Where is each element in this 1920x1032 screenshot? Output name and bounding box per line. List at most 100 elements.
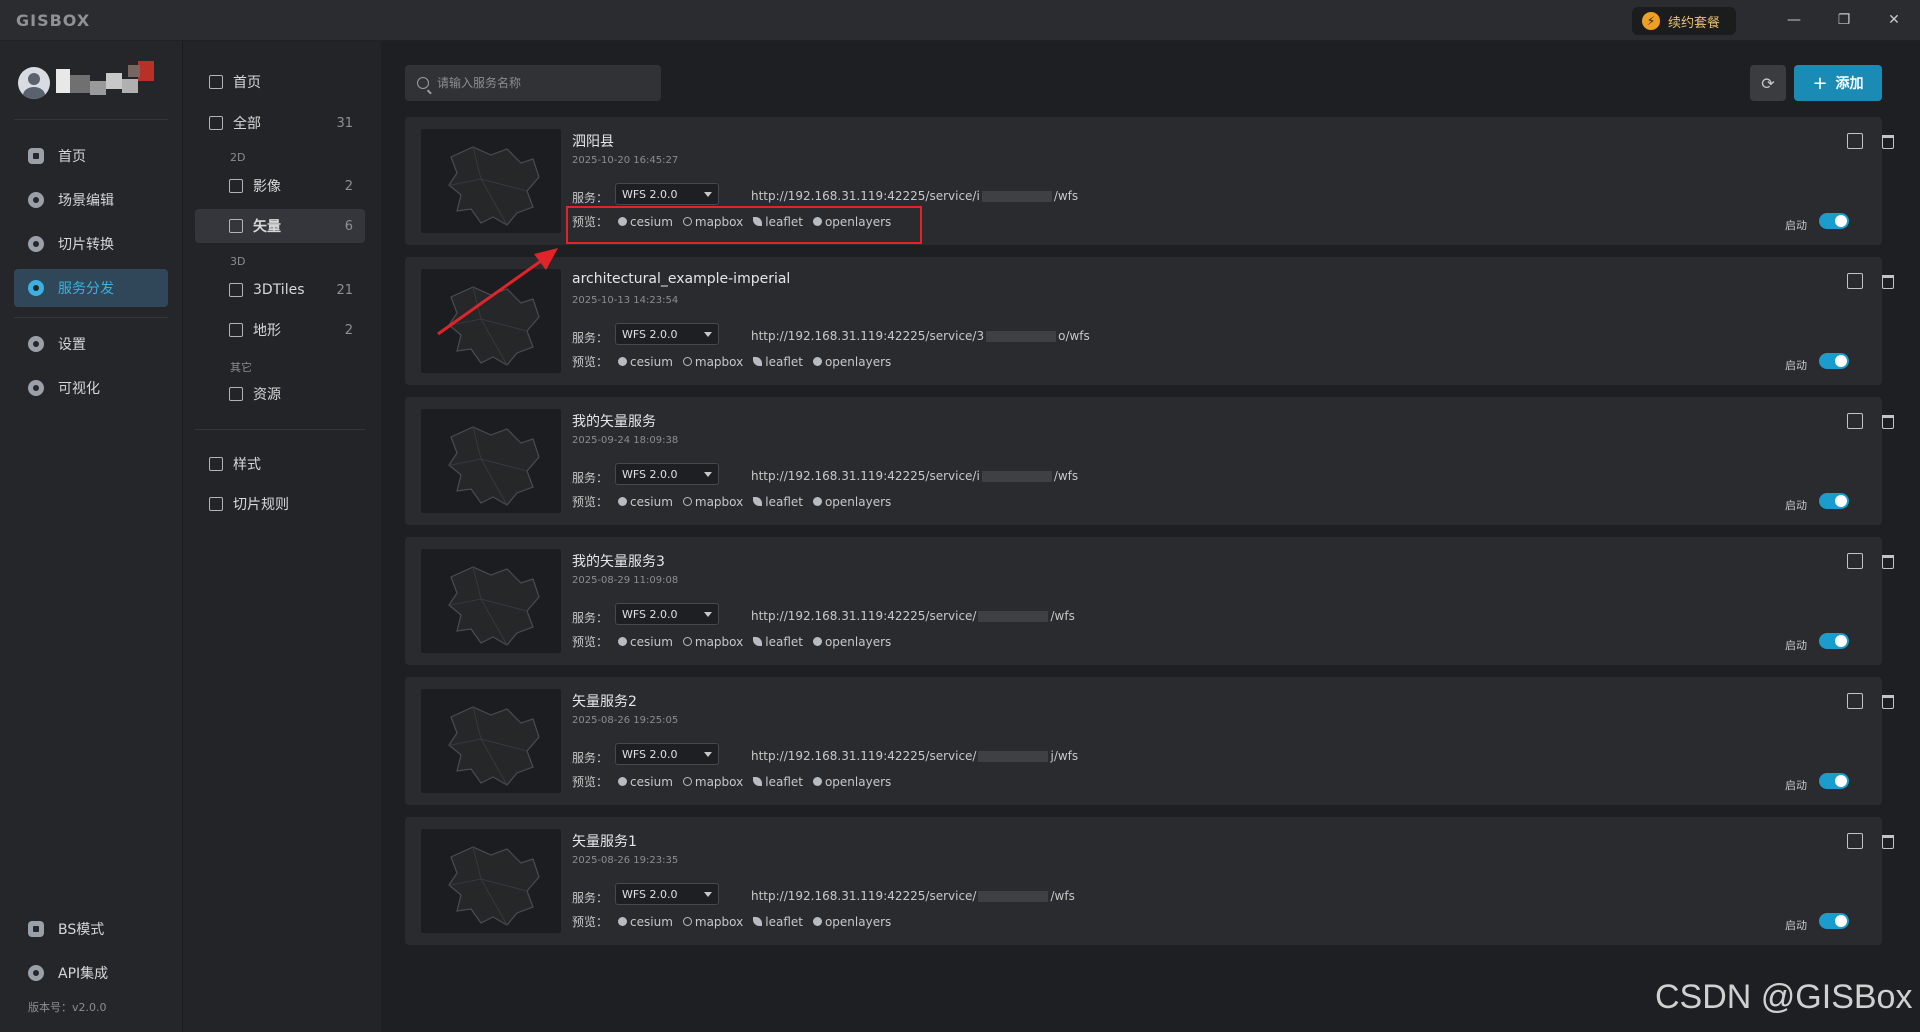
main-sidebar: 首页 场景编辑 切片转换 服务分发 设置 可视化 BS模式 API集成 版本号：… (0, 41, 182, 1032)
category-label: 地形 (253, 323, 281, 339)
service-card[interactable]: 我的矢量服务 2025-09-24 18:09:38 服务： WFS 2.0.0… (405, 397, 1894, 525)
preview-openlayers-link[interactable]: openlayers (812, 495, 891, 509)
minimize-button[interactable]: — (1784, 10, 1804, 30)
preview-mapbox-link[interactable]: mapbox (682, 915, 743, 929)
restore-button[interactable]: ❐ (1834, 10, 1854, 30)
service-url[interactable]: http://192.168.31.119:42225/service/ /wfs (751, 889, 1075, 903)
category-resource[interactable]: 资源 (195, 377, 365, 411)
service-name: 泗阳县 (572, 134, 614, 150)
delete-icon[interactable] (1882, 835, 1894, 849)
preview-openlayers-link[interactable]: openlayers (812, 355, 891, 369)
edit-icon[interactable] (1847, 553, 1863, 569)
sidebar-item-home[interactable]: 首页 (14, 137, 168, 175)
category-terrain[interactable]: 地形 2 (195, 313, 365, 347)
enable-toggle[interactable] (1819, 353, 1849, 369)
avatar[interactable] (18, 67, 50, 99)
category-tile-rules[interactable]: 切片规则 (195, 487, 365, 521)
sidebar-item-scene-edit[interactable]: 场景编辑 (14, 181, 168, 219)
category-label: 资源 (253, 387, 281, 403)
service-label: 服务： (572, 191, 609, 205)
delete-icon[interactable] (1882, 555, 1894, 569)
enable-toggle[interactable] (1819, 773, 1849, 789)
sidebar-item-label: 可视化 (58, 381, 100, 397)
wfs-version-select[interactable]: WFS 2.0.0 (615, 463, 719, 485)
renew-plan-button[interactable]: ⚡ 续约套餐 (1632, 7, 1736, 35)
delete-icon[interactable] (1882, 275, 1894, 289)
edit-icon[interactable] (1847, 273, 1863, 289)
service-card[interactable]: 矢量服务1 2025-08-26 19:23:35 服务： WFS 2.0.0 … (405, 817, 1894, 945)
category-style[interactable]: 样式 (195, 447, 365, 481)
delete-icon[interactable] (1882, 415, 1894, 429)
preview-cesium-link[interactable]: cesium (618, 355, 673, 369)
add-button[interactable]: + 添加 (1794, 65, 1882, 101)
close-button[interactable]: ✕ (1884, 10, 1904, 30)
edit-icon[interactable] (1847, 133, 1863, 149)
enable-toggle[interactable] (1819, 633, 1849, 649)
enable-label: 启动 (1785, 779, 1807, 792)
chevron-down-icon (704, 612, 712, 617)
enable-toggle[interactable] (1819, 213, 1849, 229)
preview-mapbox-link[interactable]: mapbox (682, 775, 743, 789)
service-url[interactable]: http://192.168.31.119:42225/service/3 o/w… (751, 329, 1090, 343)
sidebar-item-tile-convert[interactable]: 切片转换 (14, 225, 168, 263)
preview-leaflet-link[interactable]: leaflet (753, 635, 803, 649)
service-thumbnail (421, 549, 561, 653)
openlayers-icon (812, 637, 822, 646)
wfs-version-select[interactable]: WFS 2.0.0 (615, 323, 719, 345)
preview-mapbox-link[interactable]: mapbox (682, 635, 743, 649)
preview-openlayers-link[interactable]: openlayers (812, 915, 891, 929)
service-url[interactable]: http://192.168.31.119:42225/service/ /wfs (751, 609, 1075, 623)
mapbox-icon (682, 637, 692, 646)
refresh-button[interactable]: ⟳ (1750, 65, 1786, 101)
delete-icon[interactable] (1882, 695, 1894, 709)
wfs-version-select[interactable]: WFS 2.0.0 (615, 743, 719, 765)
preview-link-label: mapbox (694, 494, 744, 509)
sidebar-item-visualization[interactable]: 可视化 (14, 369, 168, 407)
preview-cesium-link[interactable]: cesium (618, 915, 673, 929)
preview-cesium-link[interactable]: cesium (618, 495, 673, 509)
category-home[interactable]: 首页 (195, 65, 365, 99)
search-input[interactable] (437, 76, 657, 90)
service-name: 我的矢量服务 (572, 414, 656, 430)
enable-toggle[interactable] (1819, 493, 1849, 509)
edit-icon[interactable] (1847, 413, 1863, 429)
category-all[interactable]: 全部 31 (195, 106, 365, 140)
delete-icon[interactable] (1882, 135, 1894, 149)
preview-leaflet-link[interactable]: leaflet (753, 355, 803, 369)
preview-mapbox-link[interactable]: mapbox (682, 355, 743, 369)
service-date: 2025-08-26 19:23:35 (572, 855, 679, 866)
service-card[interactable]: 矢量服务2 2025-08-26 19:25:05 服务： WFS 2.0.0 … (405, 677, 1894, 805)
user-name-mosaic (56, 61, 154, 101)
preview-cesium-link[interactable]: cesium (618, 775, 673, 789)
category-image[interactable]: 影像 2 (195, 169, 365, 203)
sidebar-item-service-publish[interactable]: 服务分发 (14, 269, 168, 307)
leaflet-icon (753, 497, 763, 506)
preview-label: 预览： (572, 775, 609, 789)
service-url[interactable]: http://192.168.31.119:42225/service/i/wf… (751, 469, 1078, 483)
wfs-version-select[interactable]: WFS 2.0.0 (615, 603, 719, 625)
preview-leaflet-link[interactable]: leaflet (753, 775, 803, 789)
service-card[interactable]: architectural_example-imperial 2025-10-1… (405, 257, 1894, 385)
service-card[interactable]: 我的矢量服务3 2025-08-29 11:09:08 服务： WFS 2.0.… (405, 537, 1894, 665)
edit-icon[interactable] (1847, 833, 1863, 849)
preview-cesium-link[interactable]: cesium (618, 635, 673, 649)
preview-leaflet-link[interactable]: leaflet (753, 915, 803, 929)
wfs-version-select[interactable]: WFS 2.0.0 (615, 183, 719, 205)
wfs-version-select[interactable]: WFS 2.0.0 (615, 883, 719, 905)
preview-links: 预览： cesium mapbox leaflet openlayers (572, 773, 891, 790)
service-url[interactable]: http://192.168.31.119:42225/service/i/wf… (751, 189, 1078, 203)
edit-icon[interactable] (1847, 693, 1863, 709)
sidebar-item-settings[interactable]: 设置 (14, 325, 168, 363)
enable-toggle[interactable] (1819, 913, 1849, 929)
service-url[interactable]: http://192.168.31.119:42225/service/j/wf… (751, 749, 1078, 763)
preview-openlayers-link[interactable]: openlayers (812, 635, 891, 649)
sidebar-item-bs-mode[interactable]: BS模式 (14, 910, 168, 948)
sidebar-item-api[interactable]: API集成 (14, 954, 168, 992)
preview-mapbox-link[interactable]: mapbox (682, 494, 744, 509)
preview-leaflet-link[interactable]: leaflet (753, 495, 803, 509)
category-3dtiles[interactable]: 3DTiles 21 (195, 273, 365, 307)
category-vector[interactable]: 矢量 6 (195, 209, 365, 243)
category-label: 切片规则 (233, 497, 289, 513)
preview-openlayers-link[interactable]: openlayers (812, 775, 891, 789)
preview-link-label: cesium (630, 914, 673, 929)
